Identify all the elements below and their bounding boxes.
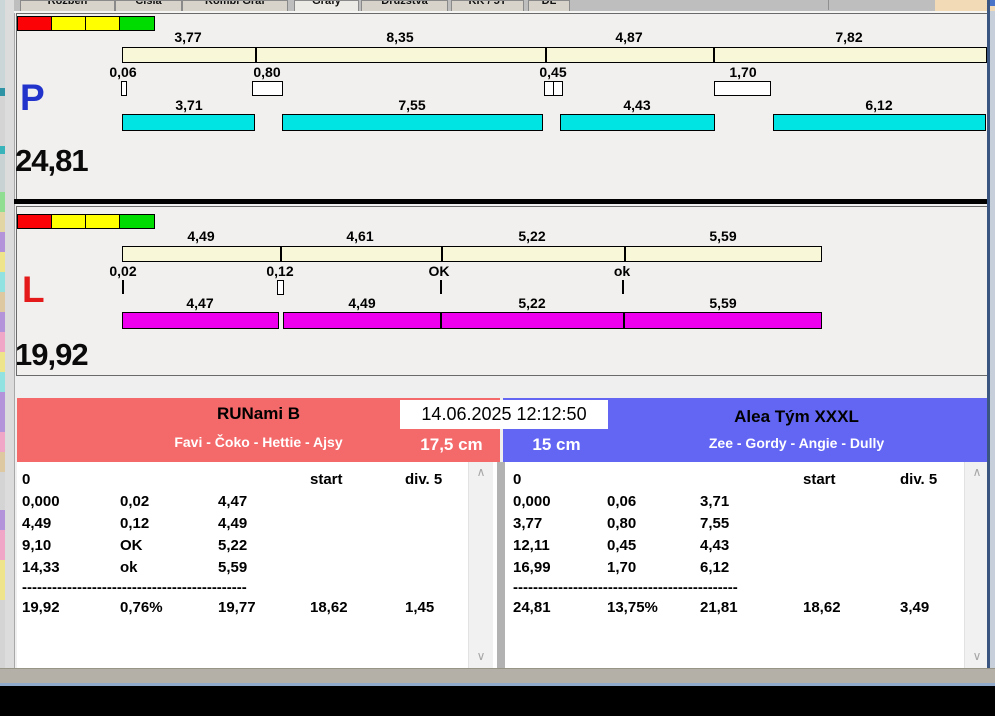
table-row: 0,000 0,02 4,47	[22, 493, 248, 510]
split-table-left: 0 start div. 5 0,000 0,02 4,47 4,49 0,12 4,49 …	[17, 462, 497, 668]
l-split-bar	[122, 246, 822, 262]
p-split-1: 3,77	[174, 29, 202, 45]
l-gap-3-label: OK	[428, 263, 450, 279]
p-gap-2-box	[252, 81, 283, 96]
status-square-yellow2-p	[85, 16, 121, 31]
table-row: 0 start div. 5	[513, 471, 938, 488]
table-panels-divider	[497, 462, 505, 668]
panel-separator	[14, 199, 987, 204]
window-frame-strip	[5, 0, 15, 686]
p-split-divider-2	[545, 48, 547, 62]
p-gap-2-label: 0,80	[253, 64, 281, 80]
background-window-corner	[935, 0, 995, 11]
l-leg-2-bar	[283, 312, 441, 329]
timestamp: 14.06.2025 12:12:50	[400, 400, 608, 429]
p-gap-3-label: 0,45	[539, 64, 567, 80]
p-split-divider-3	[713, 48, 715, 62]
team-roster-right: Zee - Gordy - Angie - Dully	[708, 435, 885, 451]
split-table-right: 0 start div. 5 0,000 0,06 3,71 3,77 0,80 7,55 …	[505, 462, 988, 668]
status-bar	[0, 668, 995, 684]
p-leg-1-label: 3,71	[175, 97, 203, 113]
l-split-divider-1	[280, 247, 282, 261]
p-gap-1-box	[121, 81, 127, 96]
app-window: Rozběh Čísla Kombi Graf Grafy Družstva K…	[0, 0, 995, 716]
l-total-time: 19,92	[15, 337, 89, 372]
tab-strip-edge	[828, 0, 829, 10]
l-gap-2-box	[277, 280, 284, 295]
p-split-bar	[122, 47, 987, 63]
jump-height-right: 15 cm	[532, 435, 581, 454]
table-row: 14,33 ok 5,59	[22, 559, 248, 576]
scrollbar-right-table[interactable]: ∧ ∨	[964, 462, 989, 668]
l-split-2: 4,61	[346, 228, 374, 244]
l-leg-2-label: 4,49	[348, 295, 376, 311]
p-leg-3-bar	[560, 114, 715, 131]
table-row: 4,49 0,12 4,49	[22, 515, 248, 532]
team-name-right: Alea Tým XXXL	[734, 407, 859, 426]
bottom-black-bar	[0, 686, 995, 716]
jump-height-left: 17,5 cm	[420, 435, 483, 454]
p-split-divider-1	[255, 48, 257, 62]
table-row: 9,10 OK 5,22	[22, 537, 248, 554]
table-row: 3,77 0,80 7,55	[513, 515, 730, 532]
p-gap-1-label: 0,06	[109, 64, 137, 80]
table-totals-row: 24,81 13,75% 21,81 18,62 3,49	[513, 599, 930, 616]
status-square-red-p	[17, 16, 53, 31]
p-leg-2-bar	[282, 114, 543, 131]
l-gap-4-label: ok	[613, 263, 631, 279]
table-row: 0 start div. 5	[22, 471, 443, 488]
l-split-3: 5,22	[518, 228, 546, 244]
p-split-4: 7,82	[835, 29, 863, 45]
status-square-yellow1-l	[51, 214, 87, 229]
l-leg-4-bar	[624, 312, 822, 329]
p-leg-4-label: 6,12	[865, 97, 893, 113]
l-split-divider-3	[624, 247, 626, 261]
l-split-4: 5,59	[709, 228, 737, 244]
p-split-3: 4,87	[615, 29, 643, 45]
scroll-down-icon[interactable]: ∨	[965, 648, 989, 666]
table-row: 16,99 1,70 6,12	[513, 559, 730, 576]
status-square-red-l	[17, 214, 53, 229]
p-side-letter: P	[20, 77, 45, 118]
table-row: 12,11 0,45 4,43	[513, 537, 730, 554]
scroll-up-icon[interactable]: ∧	[469, 464, 493, 482]
l-leg-3-label: 5,22	[518, 295, 546, 311]
p-split-2: 8,35	[386, 29, 414, 45]
p-gap-3-box-b	[553, 81, 563, 96]
table-separator: ----------------------------------------…	[22, 579, 247, 596]
status-square-yellow2-l	[85, 214, 121, 229]
p-gap-4-box	[714, 81, 771, 96]
p-leg-1-bar	[122, 114, 255, 131]
p-gap-4-label: 1,70	[729, 64, 757, 80]
p-leg-2-label: 7,55	[398, 97, 426, 113]
p-leg-4-bar	[773, 114, 986, 131]
l-split-divider-2	[441, 247, 443, 261]
scroll-down-icon[interactable]: ∨	[469, 648, 493, 666]
l-gap-3-tick	[440, 280, 442, 294]
l-leg-4-label: 5,59	[709, 295, 737, 311]
l-side-letter: L	[22, 269, 45, 310]
scrollbar-left-table[interactable]: ∧ ∨	[468, 462, 493, 668]
status-square-yellow1-p	[51, 16, 87, 31]
l-leg-1-bar	[122, 312, 279, 329]
background-right-sliver	[990, 11, 995, 668]
tab-strip: Rozběh Čísla Kombi Graf Grafy Družstva K…	[14, 0, 935, 12]
l-split-1: 4,49	[187, 228, 215, 244]
p-total-time: 24,81	[15, 143, 89, 178]
l-gap-1-label: 0,02	[109, 263, 137, 279]
scroll-up-icon[interactable]: ∧	[965, 464, 989, 482]
l-gap-4-tick	[622, 280, 624, 294]
table-row: 0,000 0,06 3,71	[513, 493, 730, 510]
l-gap-2-label: 0,12	[266, 263, 294, 279]
l-gap-1-tick	[122, 280, 124, 294]
p-leg-3-label: 4,43	[623, 97, 651, 113]
l-leg-1-label: 4,47	[186, 295, 214, 311]
l-leg-3-bar	[441, 312, 624, 329]
status-square-green-l	[119, 214, 155, 229]
table-totals-row: 19,92 0,76% 19,77 18,62 1,45	[22, 599, 435, 616]
table-separator: ----------------------------------------…	[513, 579, 738, 596]
